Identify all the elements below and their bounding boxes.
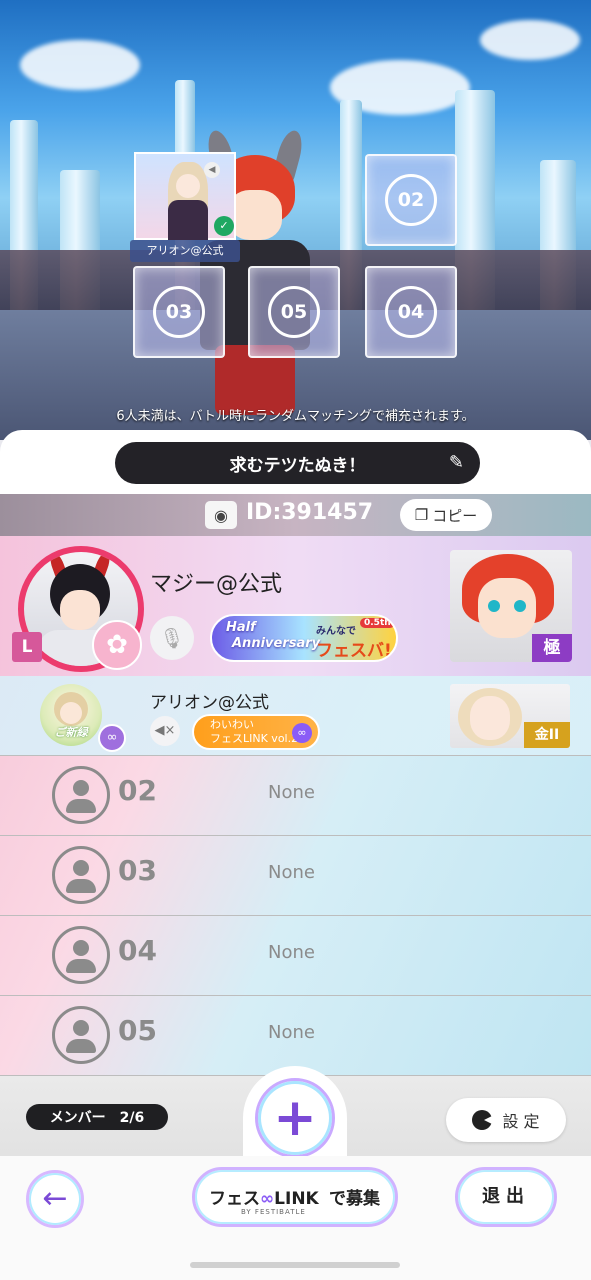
member-name: マジー@公式 xyxy=(150,572,283,597)
sakura-icon: ✿ xyxy=(92,620,142,670)
party-slot-03[interactable]: 03 xyxy=(133,266,225,358)
mic-muted-icon[interactable]: 🎙 xyxy=(150,616,194,660)
slot-status: None xyxy=(268,782,315,803)
character-card[interactable]: 金II xyxy=(450,684,570,748)
member-list: ✿ L マジー@公式 🎙 Half Anniversary みんなで フェスバ!… xyxy=(0,536,591,1076)
title-banner: Half Anniversary みんなで フェスバ! 0.5th xyxy=(210,614,398,662)
copy-icon: ❐ xyxy=(414,506,429,524)
chain-icon: ∞ xyxy=(292,723,312,743)
rank-badge: 極 xyxy=(532,634,572,662)
room-id-bar: ◉ ID:391457 ❐ コピー xyxy=(0,494,591,536)
home-indicator xyxy=(190,1262,400,1268)
avatar: ご新緑 xyxy=(40,684,102,746)
speaker-icon: ◀ xyxy=(204,162,220,178)
user-placeholder-icon xyxy=(52,766,110,824)
settings-label: 設 定 xyxy=(502,1112,540,1131)
member-count-badge: メンバー 2/6 xyxy=(26,1104,168,1130)
member-row[interactable]: ご新緑 ∞ アリオン@公式 ◀× わいわい フェスLINK vol.2 ∞ 金I… xyxy=(0,676,591,756)
user-placeholder-icon xyxy=(52,926,110,984)
slot-number: 02 xyxy=(118,774,157,807)
invite-plus-button[interactable]: + xyxy=(255,1078,335,1158)
party-slot-filled[interactable]: ◀ ✓ アリオン@公式 xyxy=(130,152,240,262)
party-slot-04[interactable]: 04 xyxy=(365,266,457,358)
slot-number: 05 xyxy=(268,286,320,338)
slot-number: 04 xyxy=(118,934,157,967)
eye-icon[interactable]: ◉ xyxy=(205,501,237,529)
member-name: アリオン@公式 xyxy=(150,693,269,713)
footer: ← フェス∞LINK BY FESTIBATLE で募集 退出 xyxy=(0,1156,591,1280)
empty-slot-row[interactable]: 05 None xyxy=(0,996,591,1076)
fes-link-recruit-button[interactable]: フェス∞LINK BY FESTIBATLE で募集 xyxy=(192,1167,398,1227)
recruit-message-bar[interactable]: 求むテツたぬき！ ✎ xyxy=(115,442,480,484)
slot-status: None xyxy=(268,942,315,963)
slot-number: 05 xyxy=(118,1014,157,1047)
slot-member-name: アリオン@公式 xyxy=(130,240,240,262)
empty-slot-row[interactable]: 04 None xyxy=(0,916,591,996)
slot-status: None xyxy=(268,862,315,883)
party-slot-02[interactable]: 02 xyxy=(365,154,457,246)
slot-number: 03 xyxy=(118,854,157,887)
speaker-muted-icon[interactable]: ◀× xyxy=(150,716,180,746)
rank-badge: 金II xyxy=(524,722,570,748)
verified-badge-icon: ✓ xyxy=(214,216,234,236)
copy-button[interactable]: ❐ コピー xyxy=(400,499,492,531)
pencil-icon[interactable]: ✎ xyxy=(449,452,464,473)
cloud xyxy=(480,20,580,60)
back-arrow-button[interactable]: ← xyxy=(26,1170,84,1228)
settings-button[interactable]: 設 定 xyxy=(446,1098,566,1142)
empty-slot-row[interactable]: 02 None xyxy=(0,756,591,836)
action-strip: メンバー 2/6 + 設 定 xyxy=(0,1066,591,1176)
party-slot-05[interactable]: 05 xyxy=(248,266,340,358)
room-panel: 求むテツたぬき！ ✎ ◉ ID:391457 ❐ コピー ✿ L マジー@公式 … xyxy=(0,430,591,1280)
recruit-label: で募集 xyxy=(329,1189,380,1209)
room-id: ID:391457 xyxy=(246,500,374,525)
copy-label: コピー xyxy=(432,506,478,525)
exit-button[interactable]: 退出 xyxy=(455,1167,557,1227)
leader-badge: L xyxy=(12,632,42,662)
slot-number: 04 xyxy=(385,286,437,338)
link-icon: ∞ xyxy=(98,724,126,752)
character-card[interactable]: 極 xyxy=(450,550,572,662)
slot-number: 02 xyxy=(385,174,437,226)
arrow-left-icon: ← xyxy=(42,1181,68,1216)
settings-icon xyxy=(472,1110,495,1130)
recruit-message: 求むテツたぬき！ xyxy=(229,455,366,476)
fes-link-sublabel: BY FESTIBATLE xyxy=(241,1208,306,1216)
matching-notice: 6人未満は、バトル時にランダムマッチングで補充されます。 xyxy=(116,409,475,424)
user-placeholder-icon xyxy=(52,846,110,904)
cloud xyxy=(20,40,140,90)
slot-status: None xyxy=(268,1022,315,1043)
fes-link-logo: フェス∞LINK xyxy=(209,1189,319,1209)
avatar-tag: ご新緑 xyxy=(54,726,88,739)
user-placeholder-icon xyxy=(52,1006,110,1064)
lobby-scene: ◀ ✓ アリオン@公式 02 03 05 04 6人未満は、バトル時にランダムマ… xyxy=(0,0,591,440)
slot-number: 03 xyxy=(153,286,205,338)
title-banner: わいわい フェスLINK vol.2 ∞ xyxy=(192,714,320,750)
member-row-leader[interactable]: ✿ L マジー@公式 🎙 Half Anniversary みんなで フェスバ!… xyxy=(0,536,591,676)
empty-slot-row[interactable]: 03 None xyxy=(0,836,591,916)
